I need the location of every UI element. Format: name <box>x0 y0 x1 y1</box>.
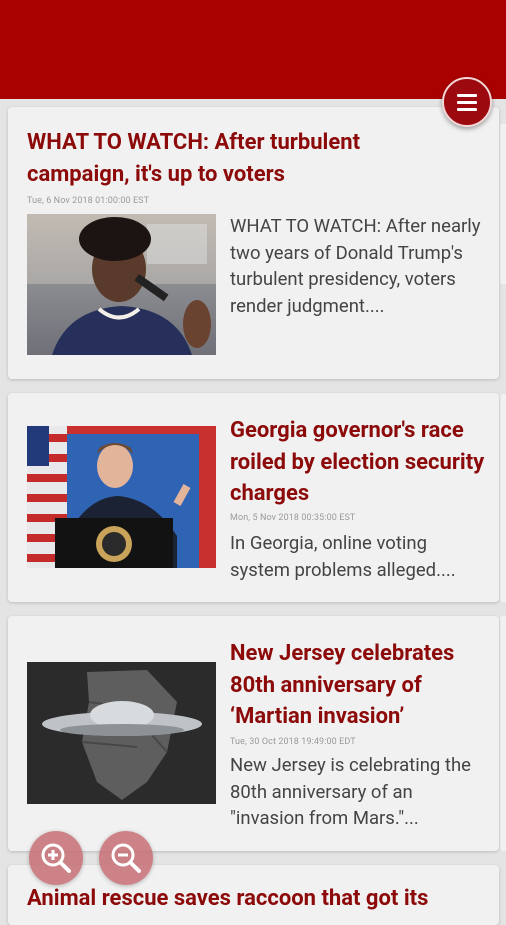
article-thumbnail[interactable] <box>27 214 216 355</box>
article-summary: In Georgia, online voting system problem… <box>230 532 456 581</box>
article-thumbnail[interactable] <box>27 662 216 804</box>
next-card-edge <box>500 616 506 851</box>
article-date: Tue, 30 Oct 2018 19:49:00 EDT <box>230 737 356 747</box>
article-summary: New Jersey is celebrating the 80th anniv… <box>230 754 471 829</box>
zoom-in-icon <box>41 843 71 873</box>
zoom-out-button[interactable] <box>99 831 153 885</box>
zoom-in-button[interactable] <box>29 831 83 885</box>
article-card[interactable]: WHAT TO WATCH: After turbulent campaign,… <box>8 107 499 379</box>
app-header-bar <box>0 0 506 99</box>
next-card-edge <box>500 124 506 284</box>
article-card[interactable]: Animal rescue saves raccoon that got its <box>8 865 499 925</box>
article-thumbnail[interactable] <box>27 426 216 568</box>
article-card[interactable]: New Jersey celebrates 80th anniversary o… <box>8 616 499 851</box>
article-date: Tue, 6 Nov 2018 01:00:00 EST <box>27 196 150 206</box>
article-title[interactable]: WHAT TO WATCH: After turbulent campaign,… <box>27 127 467 190</box>
article-summary: WHAT TO WATCH: After nearly two years of… <box>230 215 481 317</box>
zoom-out-icon <box>111 843 141 873</box>
article-title[interactable]: Georgia governor's race roiled by electi… <box>230 415 485 510</box>
menu-button[interactable] <box>442 77 492 127</box>
next-card-edge <box>500 394 506 602</box>
article-card[interactable]: Georgia governor's race roiled by electi… <box>8 393 499 602</box>
hamburger-menu-icon <box>457 92 477 113</box>
article-title[interactable]: Animal rescue saves raccoon that got its <box>27 883 497 915</box>
article-title[interactable]: New Jersey celebrates 80th anniversary o… <box>230 638 492 733</box>
article-date: Mon, 5 Nov 2018 00:35:00 EST <box>230 513 356 523</box>
